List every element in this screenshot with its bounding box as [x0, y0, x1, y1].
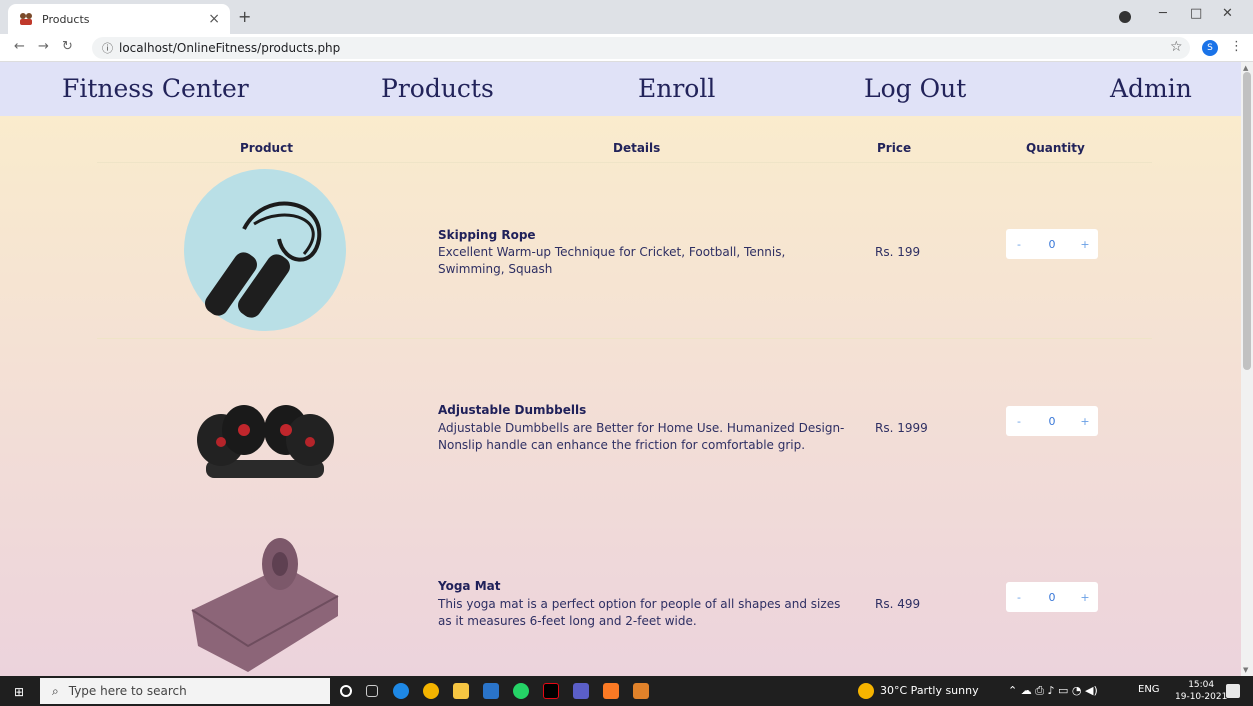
address-bar: ← → ↻ ⓘ localhost/OnlineFitness/products… — [0, 34, 1253, 62]
dumbbells-icon — [197, 405, 334, 478]
increment-button[interactable]: + — [1072, 591, 1098, 604]
info-icon[interactable]: ⓘ — [102, 40, 113, 56]
nav-log-out[interactable]: Log Out — [864, 74, 966, 103]
nav-products[interactable]: Products — [381, 74, 494, 103]
teams-icon[interactable] — [573, 683, 589, 699]
cortana-icon[interactable] — [340, 685, 352, 697]
increment-button[interactable]: + — [1072, 415, 1098, 428]
divider — [97, 162, 1152, 163]
quantity-stepper: - 0 + — [1006, 229, 1098, 259]
language-indicator[interactable]: ENG — [1138, 684, 1160, 695]
windows-start-icon[interactable]: ⊞ — [14, 685, 24, 699]
decrement-button[interactable]: - — [1006, 238, 1032, 251]
minimize-icon[interactable]: ─ — [1159, 6, 1167, 21]
weather-icon[interactable] — [858, 683, 874, 699]
nav-enroll[interactable]: Enroll — [638, 74, 715, 103]
tray-icons[interactable]: ⌃ ☁ ⎙ ♪ ▭ ◔ ◀) — [1008, 684, 1098, 698]
clock-date: 19-10-2021 — [1175, 692, 1228, 702]
notification-icon[interactable] — [1226, 684, 1240, 698]
site-favicon-icon — [20, 13, 32, 25]
quantity-value[interactable]: 0 — [1032, 238, 1072, 251]
close-window-icon[interactable]: ✕ — [1222, 6, 1233, 21]
mail-icon[interactable] — [483, 683, 499, 699]
page-content: Fitness Center Products Enroll Log Out A… — [0, 62, 1241, 676]
xampp-icon[interactable] — [603, 683, 619, 699]
tab-close-icon[interactable]: × — [208, 11, 220, 27]
url-text: localhost/OnlineFitness/products.php — [119, 41, 341, 55]
header-product: Product — [240, 141, 293, 155]
search-icon: ⌕ — [52, 683, 59, 698]
decrement-button[interactable]: - — [1006, 591, 1032, 604]
scroll-down-icon[interactable]: ▼ — [1243, 666, 1248, 674]
weather-text[interactable]: 30°C Partly sunny — [880, 684, 979, 697]
skipping-rope-icon — [184, 169, 346, 331]
product-description: This yoga mat is a perfect option for pe… — [438, 597, 841, 628]
taskbar: ⊞ ⌕ Type here to search 30°C Partly sunn… — [0, 676, 1253, 706]
product-name: Skipping Rope — [438, 228, 536, 242]
quantity-stepper: - 0 + — [1006, 582, 1098, 612]
decrement-button[interactable]: - — [1006, 415, 1032, 428]
header-price: Price — [877, 141, 912, 155]
yoga-mat-icon — [191, 538, 339, 672]
product-name: Yoga Mat — [438, 579, 501, 593]
nav-admin[interactable]: Admin — [1110, 74, 1192, 103]
product-price: Rs. 499 — [875, 597, 921, 611]
nav-fitness-center[interactable]: Fitness Center — [62, 74, 249, 103]
clock-time: 15:04 — [1188, 680, 1215, 690]
profile-avatar[interactable]: S — [1202, 40, 1218, 56]
quantity-value[interactable]: 0 — [1032, 591, 1072, 604]
bookmark-star-icon[interactable]: ☆ — [1170, 39, 1183, 55]
forward-icon[interactable]: → — [38, 39, 49, 54]
netflix-icon[interactable] — [543, 683, 559, 699]
url-field[interactable]: ⓘ localhost/OnlineFitness/products.php — [92, 37, 1190, 59]
chrome-icon[interactable] — [423, 683, 439, 699]
quantity-value[interactable]: 0 — [1032, 415, 1072, 428]
tab-title: Products — [42, 12, 90, 26]
sublime-icon[interactable] — [633, 683, 649, 699]
product-name: Adjustable Dumbbells — [438, 403, 587, 417]
new-tab-button[interactable]: + — [238, 7, 251, 26]
header-details: Details — [613, 141, 661, 155]
product-price: Rs. 1999 — [875, 421, 928, 435]
back-icon[interactable]: ← — [14, 39, 25, 54]
browser-tab[interactable]: Products × — [8, 4, 230, 34]
scroll-up-icon[interactable]: ▲ — [1243, 64, 1248, 72]
extension-icon[interactable] — [1119, 11, 1131, 23]
product-price: Rs. 199 — [875, 245, 921, 259]
task-view-icon[interactable] — [366, 685, 378, 697]
whatsapp-icon[interactable] — [513, 683, 529, 699]
file-explorer-icon[interactable] — [453, 683, 469, 699]
clock[interactable]: 15:04 19-10-2021 — [1175, 679, 1227, 703]
product-description: Adjustable Dumbbells are Better for Home… — [438, 421, 845, 452]
product-description: Excellent Warm-up Technique for Cricket,… — [438, 245, 786, 276]
search-placeholder: Type here to search — [68, 684, 187, 698]
browser-tab-bar: Products × + ─ □ ✕ — [0, 0, 1253, 34]
reload-icon[interactable]: ↻ — [62, 39, 73, 54]
taskbar-search[interactable]: ⌕ Type here to search — [40, 678, 330, 704]
scrollbar-thumb[interactable] — [1243, 72, 1251, 370]
header-quantity: Quantity — [1026, 141, 1085, 155]
page-scrollbar[interactable]: ▲ ▼ — [1241, 62, 1253, 676]
site-navbar: Fitness Center Products Enroll Log Out A… — [0, 62, 1241, 116]
maximize-icon[interactable]: □ — [1190, 6, 1202, 21]
edge-icon[interactable] — [393, 683, 409, 699]
quantity-stepper: - 0 + — [1006, 406, 1098, 436]
increment-button[interactable]: + — [1072, 238, 1098, 251]
menu-icon[interactable]: ⋮ — [1230, 39, 1243, 54]
divider — [97, 338, 1152, 339]
